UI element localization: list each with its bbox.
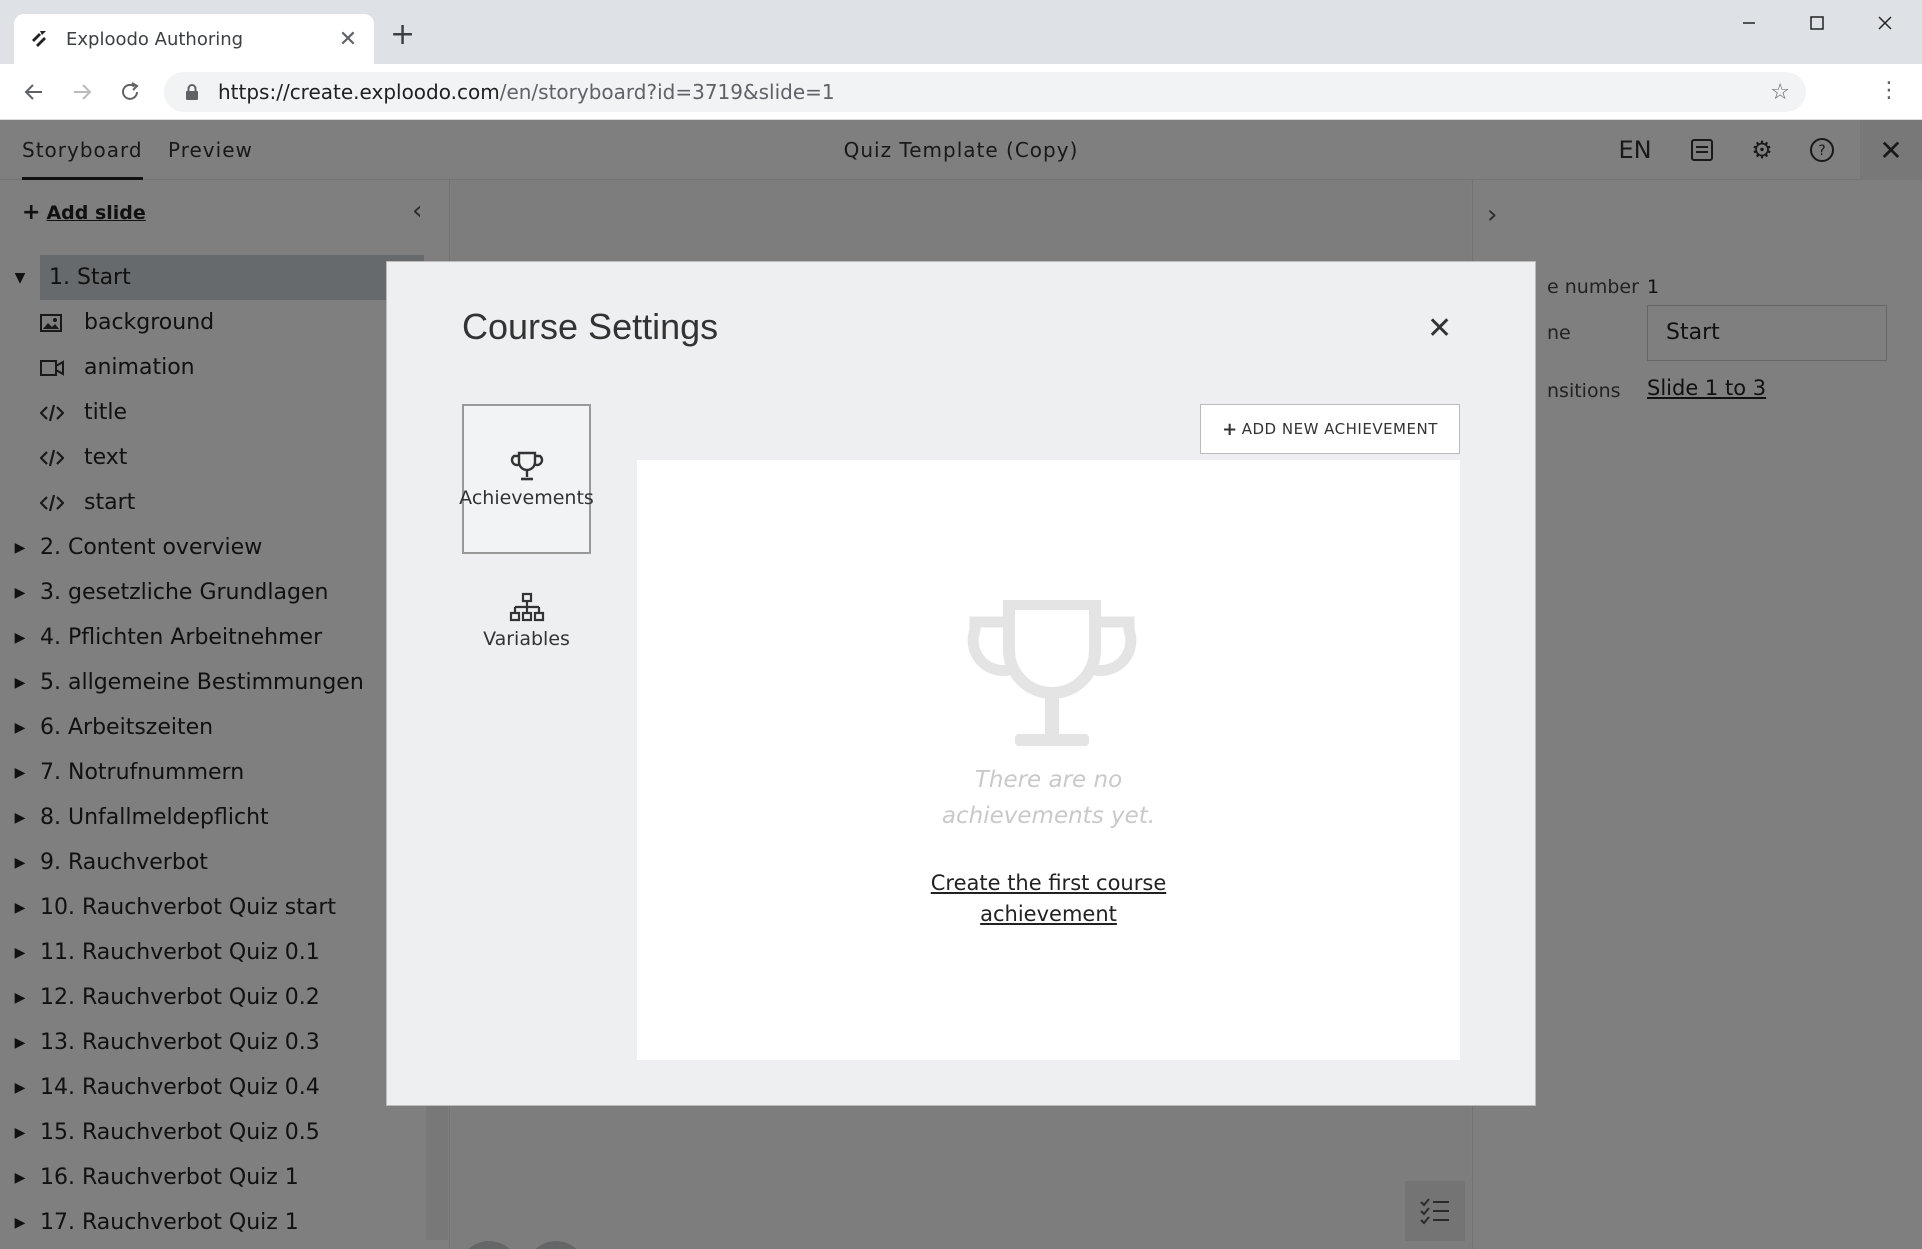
minimize-icon[interactable] [1724, 8, 1774, 38]
browser-toolbar: https://create.exploodo.com/en/storyboar… [0, 64, 1922, 120]
add-new-achievement-button[interactable]: + ADD NEW ACHIEVEMENT [1200, 404, 1460, 454]
bookmark-star-icon[interactable]: ☆ [1770, 80, 1790, 105]
maximize-icon[interactable] [1792, 8, 1842, 38]
trophy-empty-icon [967, 600, 1137, 746]
url-text: https://create.exploodo.com/en/storyboar… [218, 80, 835, 104]
tab-variables-label: Variables [483, 628, 570, 650]
lock-icon [186, 84, 198, 100]
empty-state-text: There are no achievements yet. [941, 767, 1156, 829]
browser-menu-icon[interactable]: ⋮ [1878, 78, 1900, 103]
browser-tab-title: Exploodo Authoring [66, 28, 244, 50]
course-settings-modal: Course Settings ✕ Achievements Variables… [386, 261, 1536, 1106]
plus-icon: + [1222, 418, 1238, 440]
trophy-icon [510, 451, 543, 481]
exploodo-favicon-icon [32, 31, 46, 47]
browser-tab[interactable]: Exploodo Authoring ✕ [14, 14, 374, 64]
new-tab-icon[interactable]: + [390, 20, 415, 50]
tab-close-icon[interactable]: ✕ [336, 27, 360, 52]
address-bar[interactable]: https://create.exploodo.com/en/storyboar… [164, 72, 1806, 112]
tab-variables[interactable]: Variables [462, 572, 591, 682]
window-close-icon[interactable] [1860, 8, 1910, 38]
hierarchy-icon [509, 592, 544, 622]
reload-icon[interactable] [114, 76, 146, 108]
modal-close-icon[interactable]: ✕ [1427, 314, 1452, 344]
browser-titlebar: Exploodo Authoring ✕ + [0, 0, 1922, 64]
achievements-panel: There are no achievements yet. Create th… [637, 460, 1460, 1060]
forward-icon[interactable] [66, 76, 98, 108]
tab-achievements-label: Achievements [459, 487, 594, 509]
tab-achievements[interactable]: Achievements [459, 404, 594, 554]
back-icon[interactable] [18, 76, 50, 108]
modal-title: Course Settings [462, 306, 719, 347]
create-first-achievement-link[interactable]: Create the first course achievement [637, 868, 1460, 930]
